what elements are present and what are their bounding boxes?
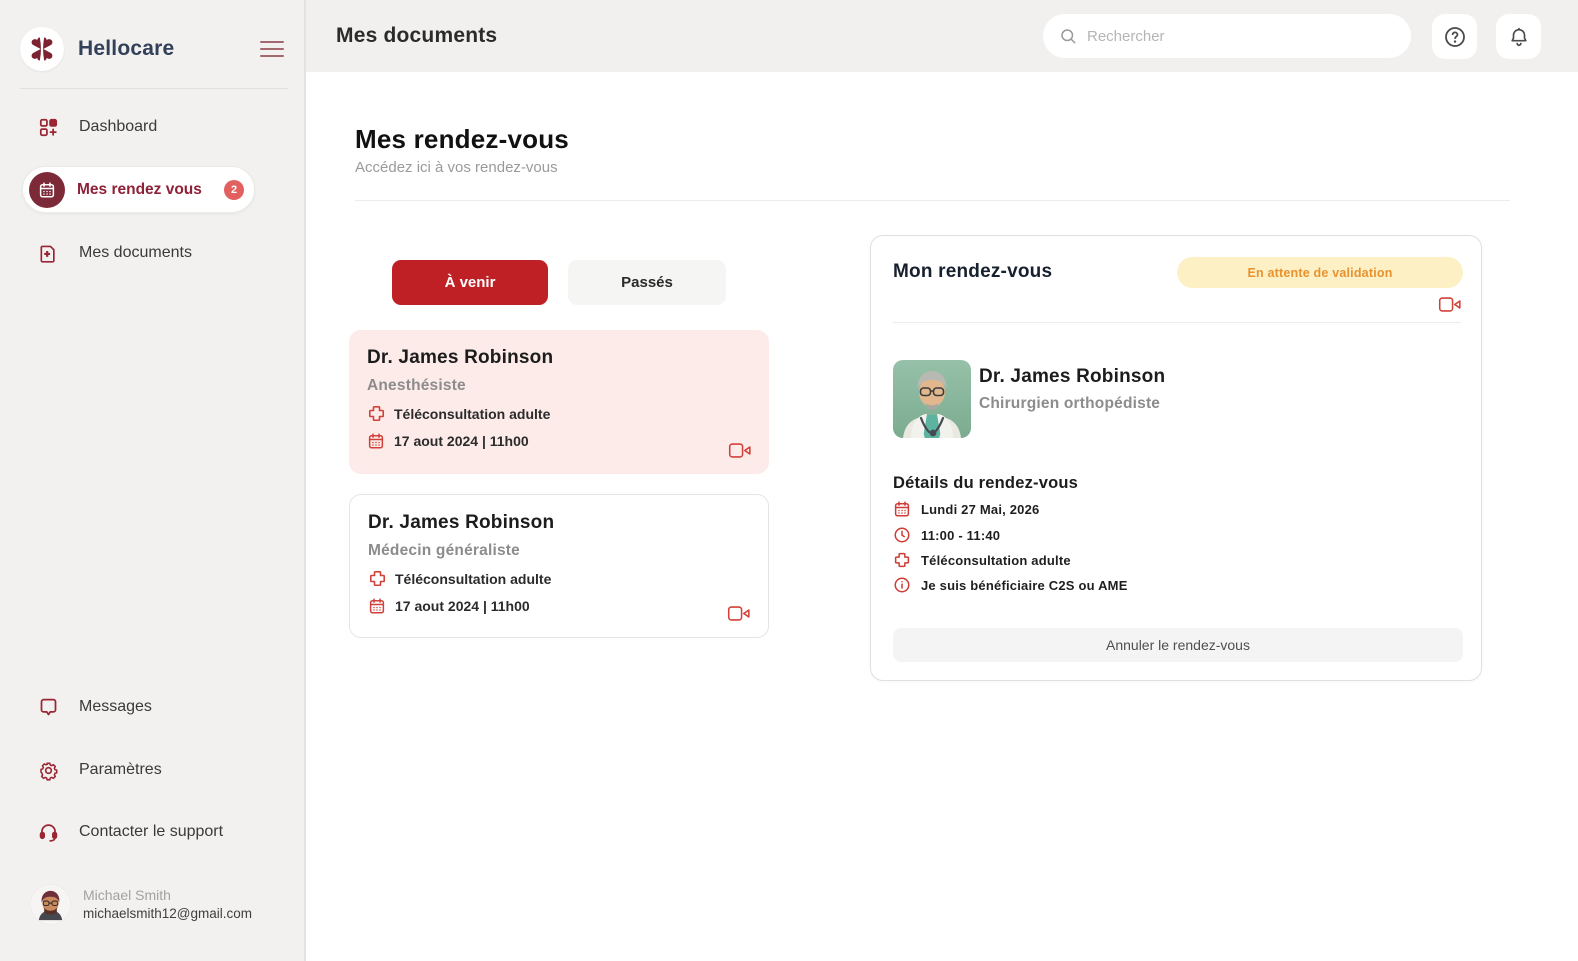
appointment-detail-panel: Mon rendez-vous En attente de validation [870, 235, 1482, 681]
sidebar-item-settings[interactable]: Paramètres [22, 745, 276, 795]
detail-time: 11:00 - 11:40 [921, 528, 1000, 543]
medical-cross-icon [368, 569, 387, 588]
doctor-photo [893, 360, 971, 438]
user-meta: Michael Smith michaelsmith12@gmail.com [83, 886, 252, 923]
appointment-card[interactable]: Dr. James Robinson Anesthésiste Télécons… [349, 330, 769, 474]
appointment-type-row: Téléconsultation adulte [368, 569, 750, 588]
page-subtitle: Accédez ici à vos rendez-vous [355, 159, 558, 176]
avatar [30, 884, 71, 925]
video-call-icon[interactable] [727, 604, 751, 623]
medical-cross-icon [893, 551, 911, 569]
appointment-date-row: 17 aout 2024 | 11h00 [368, 597, 750, 615]
detail-row-type: Téléconsultation adulte [893, 551, 1071, 569]
user-profile[interactable]: Michael Smith michaelsmith12@gmail.com [30, 884, 288, 925]
appointment-card[interactable]: Dr. James Robinson Médecin généraliste T… [349, 494, 769, 638]
sidebar-item-label: Paramètres [79, 761, 162, 779]
page-title: Mes rendez-vous [355, 124, 569, 155]
appointment-datetime: 17 aout 2024 | 11h00 [395, 598, 530, 614]
search-bar[interactable] [1043, 14, 1411, 58]
calendar-icon [368, 597, 387, 615]
header-title: Mes documents [336, 24, 497, 48]
sidebar-divider [20, 88, 288, 89]
calendar-icon [29, 172, 65, 208]
sidebar-item-support[interactable]: Contacter le support [22, 807, 276, 857]
sidebar-item-label: Mes rendez vous [77, 181, 202, 199]
calendar-icon [893, 500, 911, 518]
search-input[interactable] [1087, 28, 1395, 45]
video-call-icon[interactable] [728, 441, 752, 460]
detail-beneficiary: Je suis bénéficiaire C2S ou AME [921, 578, 1128, 593]
detail-date: Lundi 27 Mai, 2026 [921, 502, 1039, 517]
medical-cross-icon [367, 404, 386, 423]
notifications-button[interactable] [1496, 14, 1541, 59]
appointment-specialty: Anesthésiste [367, 377, 751, 395]
status-badge: En attente de validation [1177, 257, 1463, 288]
sidebar-item-documents[interactable]: Mes documents [22, 228, 276, 278]
appointment-specialty: Médecin généraliste [368, 542, 750, 560]
hellocare-logo-icon [20, 27, 64, 71]
doctor-name: Dr. James Robinson [979, 366, 1165, 388]
sidebar-item-messages[interactable]: Messages [22, 682, 276, 732]
sidebar-item-label: Messages [79, 698, 152, 716]
detail-row-date: Lundi 27 Mai, 2026 [893, 500, 1039, 518]
appointments-count-badge: 2 [224, 180, 244, 200]
tab-passes[interactable]: Passés [568, 260, 726, 305]
appointment-doctor-name: Dr. James Robinson [367, 347, 751, 369]
brand-name: Hellocare [78, 37, 174, 61]
sidebar-item-label: Contacter le support [79, 823, 223, 841]
doctor-specialty: Chirurgien orthopédiste [979, 395, 1160, 413]
sidebar-item-rendez-vous[interactable]: Mes rendez vous 2 [22, 166, 255, 213]
video-call-icon[interactable] [1438, 295, 1462, 314]
panel-title: Mon rendez-vous [893, 261, 1052, 283]
menu-toggle-icon[interactable] [260, 41, 284, 57]
headset-icon [38, 822, 60, 843]
chat-bubble-icon [38, 697, 60, 718]
user-name: Michael Smith [83, 886, 252, 905]
info-icon [893, 576, 911, 594]
appointments-tabs: À venir Passés [392, 260, 726, 305]
search-icon [1059, 27, 1077, 45]
details-title: Détails du rendez-vous [893, 474, 1078, 493]
content-divider [355, 200, 1510, 201]
main-content: Mes rendez-vous Accédez ici à vos rendez… [306, 72, 1578, 961]
appointment-doctor-name: Dr. James Robinson [368, 512, 750, 534]
appointment-type-row: Téléconsultation adulte [367, 404, 751, 423]
sidebar-item-label: Dashboard [79, 118, 157, 136]
user-email: michaelsmith12@gmail.com [83, 905, 252, 923]
appointment-date-row: 17 aout 2024 | 11h00 [367, 432, 751, 450]
detail-row-beneficiary: Je suis bénéficiaire C2S ou AME [893, 576, 1128, 594]
sidebar: Hellocare Dashboard Mes rendez vous 2 [0, 0, 306, 961]
tab-a-venir[interactable]: À venir [392, 260, 548, 305]
appointment-type: Téléconsultation adulte [395, 571, 551, 587]
detail-row-time: 11:00 - 11:40 [893, 526, 1000, 544]
appointment-type: Téléconsultation adulte [394, 406, 550, 422]
clock-icon [893, 526, 911, 544]
sidebar-item-label: Mes documents [79, 244, 192, 262]
sidebar-item-dashboard[interactable]: Dashboard [22, 102, 276, 152]
appointment-datetime: 17 aout 2024 | 11h00 [394, 433, 529, 449]
calendar-icon [367, 432, 386, 450]
cancel-appointment-button[interactable]: Annuler le rendez-vous [893, 628, 1463, 662]
panel-divider [893, 322, 1461, 323]
top-header: Mes documents [306, 0, 1578, 72]
brand-row: Hellocare [20, 26, 284, 72]
detail-type: Téléconsultation adulte [921, 553, 1071, 568]
dashboard-grid-icon [38, 117, 60, 138]
gear-icon [38, 760, 60, 781]
help-button[interactable] [1432, 14, 1477, 59]
medical-document-icon [38, 243, 60, 264]
